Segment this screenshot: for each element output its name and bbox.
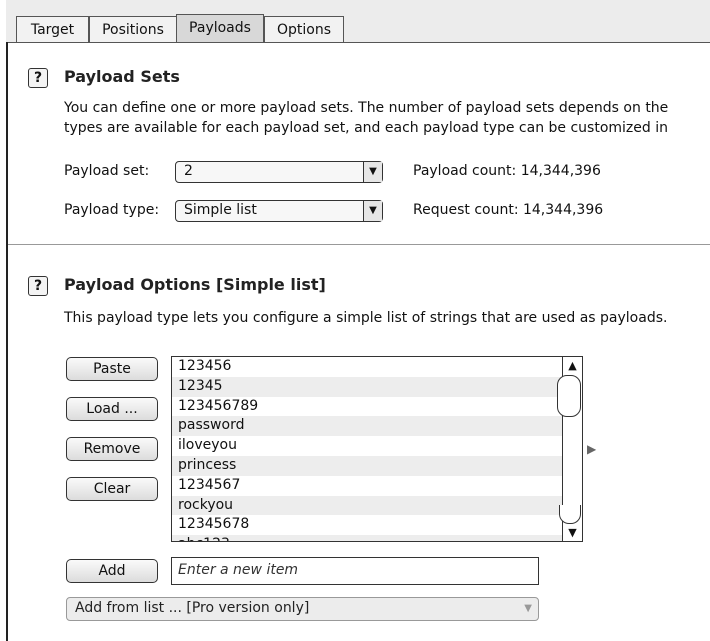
payload-sets-title: Payload Sets: [64, 67, 180, 86]
payloads-panel: ? Payload Sets You can define one or mor…: [8, 43, 710, 641]
payload-type-value: Simple list: [184, 202, 257, 218]
scroll-thumb[interactable]: [557, 375, 581, 417]
tab-positions[interactable]: Positions: [89, 16, 177, 42]
payload-set-select[interactable]: 2 ▼: [175, 161, 383, 183]
chevron-down-icon: ▼: [363, 201, 382, 221]
payload-set-value: 2: [184, 163, 193, 179]
list-item[interactable]: 1234567: [172, 476, 582, 496]
payload-type-select[interactable]: Simple list ▼: [175, 200, 383, 222]
list-item[interactable]: 12345678: [172, 515, 582, 535]
payload-count: Payload count: 14,344,396: [413, 163, 601, 179]
payload-options-title: Payload Options [Simple list]: [64, 275, 326, 294]
load-button[interactable]: Load ...: [66, 397, 158, 421]
tab-options[interactable]: Options: [264, 16, 344, 42]
list-item[interactable]: 123456: [172, 357, 582, 377]
tab-payloads[interactable]: Payloads: [176, 14, 264, 43]
section-divider: [8, 244, 710, 245]
list-item[interactable]: iloveyou: [172, 436, 582, 456]
list-item[interactable]: princess: [172, 455, 582, 476]
add-from-list-label: Add from list ... [Pro version only]: [75, 600, 310, 616]
clear-button[interactable]: Clear: [66, 477, 158, 501]
payload-list[interactable]: 123456 12345 123456789 password iloveyou…: [171, 356, 583, 542]
add-from-list-select[interactable]: Add from list ... [Pro version only] ▼: [66, 597, 539, 621]
list-item[interactable]: 12345: [172, 376, 582, 397]
new-item-input[interactable]: Enter a new item: [171, 557, 539, 585]
payload-options-help-icon[interactable]: ?: [28, 276, 48, 296]
chevron-down-icon: ▼: [363, 162, 382, 182]
tab-bar: Target Positions Payloads Options: [6, 0, 710, 43]
chevron-down-icon: ▼: [524, 603, 532, 614]
scroll-up-icon[interactable]: ▲: [563, 359, 582, 372]
payload-sets-description-line2: types are available for each payload set…: [64, 120, 668, 136]
add-button[interactable]: Add: [66, 559, 158, 583]
expand-arrow-icon[interactable]: ▶: [587, 442, 596, 456]
tab-target[interactable]: Target: [16, 16, 89, 42]
list-item[interactable]: rockyou: [172, 495, 582, 516]
payload-set-label: Payload set:: [64, 163, 150, 179]
list-item[interactable]: abc123: [172, 535, 582, 541]
request-count: Request count: 14,344,396: [413, 202, 604, 218]
list-scrollbar[interactable]: ▲ ▼: [557, 357, 582, 541]
list-item[interactable]: password: [172, 416, 582, 437]
scroll-thumb-bottom: [559, 505, 581, 524]
remove-button[interactable]: Remove: [66, 437, 158, 461]
paste-button[interactable]: Paste: [66, 357, 158, 381]
list-item[interactable]: 123456789: [172, 397, 582, 417]
payload-type-label: Payload type:: [64, 202, 160, 218]
payload-sets-help-icon[interactable]: ?: [28, 68, 48, 88]
payload-sets-description-line1: You can define one or more payload sets.…: [64, 100, 669, 116]
scroll-down-icon[interactable]: ▼: [563, 526, 582, 539]
payload-options-description: This payload type lets you configure a s…: [64, 310, 668, 326]
